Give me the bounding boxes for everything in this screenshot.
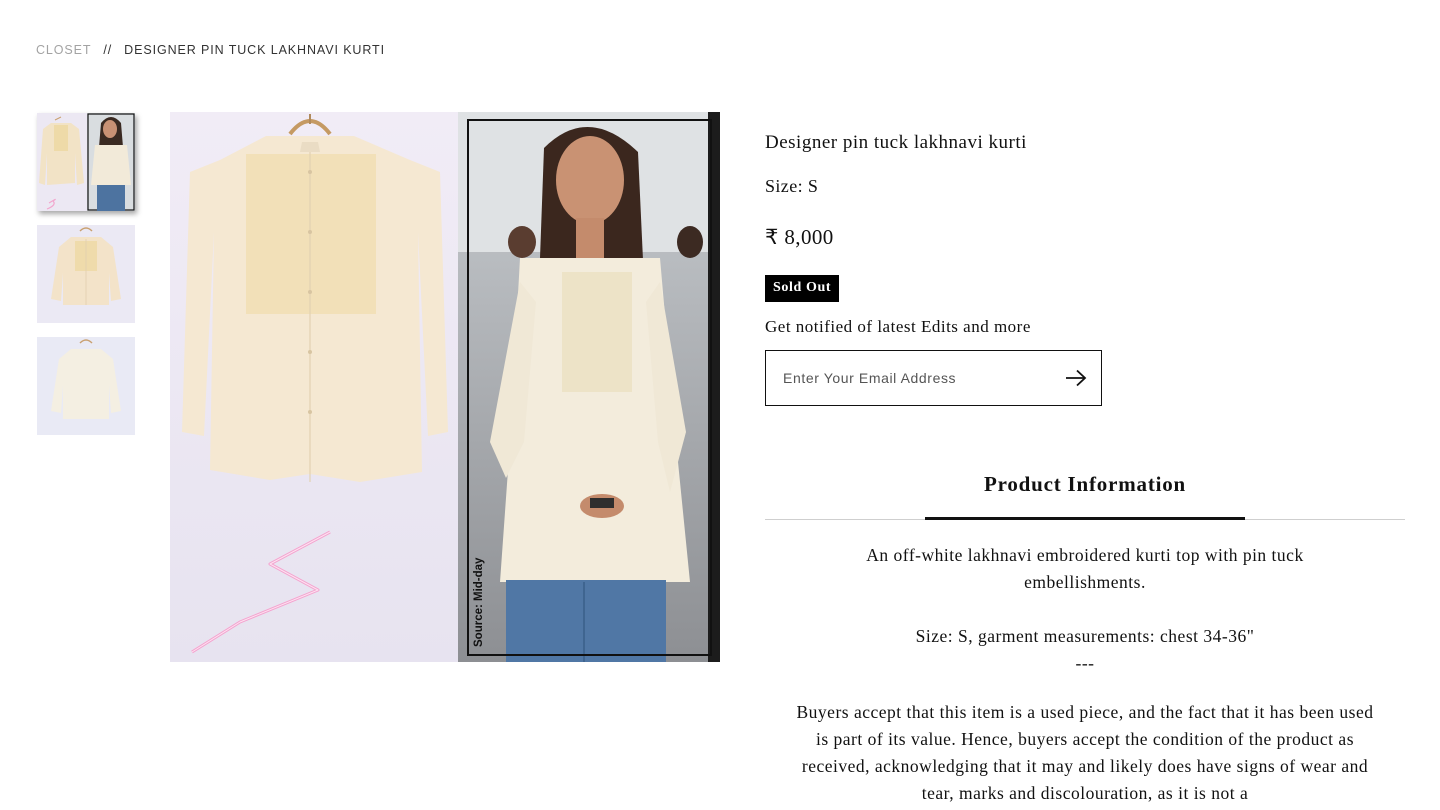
tab-product-information[interactable]: Product Information bbox=[925, 468, 1245, 520]
breadcrumb: CLOSET // DESIGNER PIN TUCK LAKHNAVI KUR… bbox=[36, 43, 385, 57]
image-source-caption: Source: Mid-day bbox=[473, 557, 485, 647]
main-product-image-illustration bbox=[170, 112, 720, 662]
description-paragraph-2: Size: S, garment measurements: chest 34-… bbox=[915, 626, 1255, 646]
notify-label: Get notified of latest Edits and more bbox=[765, 317, 1031, 336]
thumbnail-list bbox=[37, 113, 135, 449]
arrow-right-icon bbox=[1066, 369, 1087, 387]
product-title: Designer pin tuck lakhnavi kurti bbox=[765, 132, 1027, 153]
thumbnail-2[interactable] bbox=[37, 225, 135, 323]
product-tabs: Product Information bbox=[765, 468, 1405, 520]
product-description: An off-white lakhnavi embroidered kurti … bbox=[765, 542, 1405, 807]
thumbnail-2-image bbox=[37, 225, 135, 323]
description-paragraph-3: Buyers accept that this item is a used p… bbox=[796, 702, 1374, 803]
breadcrumb-separator: // bbox=[103, 43, 113, 57]
notify-submit-button[interactable] bbox=[1051, 351, 1101, 405]
breadcrumb-closet-link[interactable]: CLOSET bbox=[36, 43, 91, 57]
thumbnail-1[interactable] bbox=[37, 113, 135, 211]
sold-out-badge: Sold Out bbox=[765, 275, 840, 302]
description-divider: --- bbox=[1075, 653, 1095, 673]
thumbnail-1-image bbox=[37, 113, 135, 211]
description-paragraph-1: An off-white lakhnavi embroidered kurti … bbox=[866, 545, 1304, 592]
notify-form bbox=[765, 350, 1102, 406]
thumbnail-3[interactable] bbox=[37, 337, 135, 435]
main-product-image[interactable]: Source: Mid-day bbox=[170, 112, 720, 662]
product-size: Size: S bbox=[765, 176, 819, 196]
breadcrumb-current: DESIGNER PIN TUCK LAKHNAVI KURTI bbox=[124, 43, 385, 57]
email-input[interactable] bbox=[766, 351, 1051, 405]
product-price: ₹ 8,000 bbox=[765, 225, 834, 249]
thumbnail-3-image bbox=[37, 337, 135, 435]
